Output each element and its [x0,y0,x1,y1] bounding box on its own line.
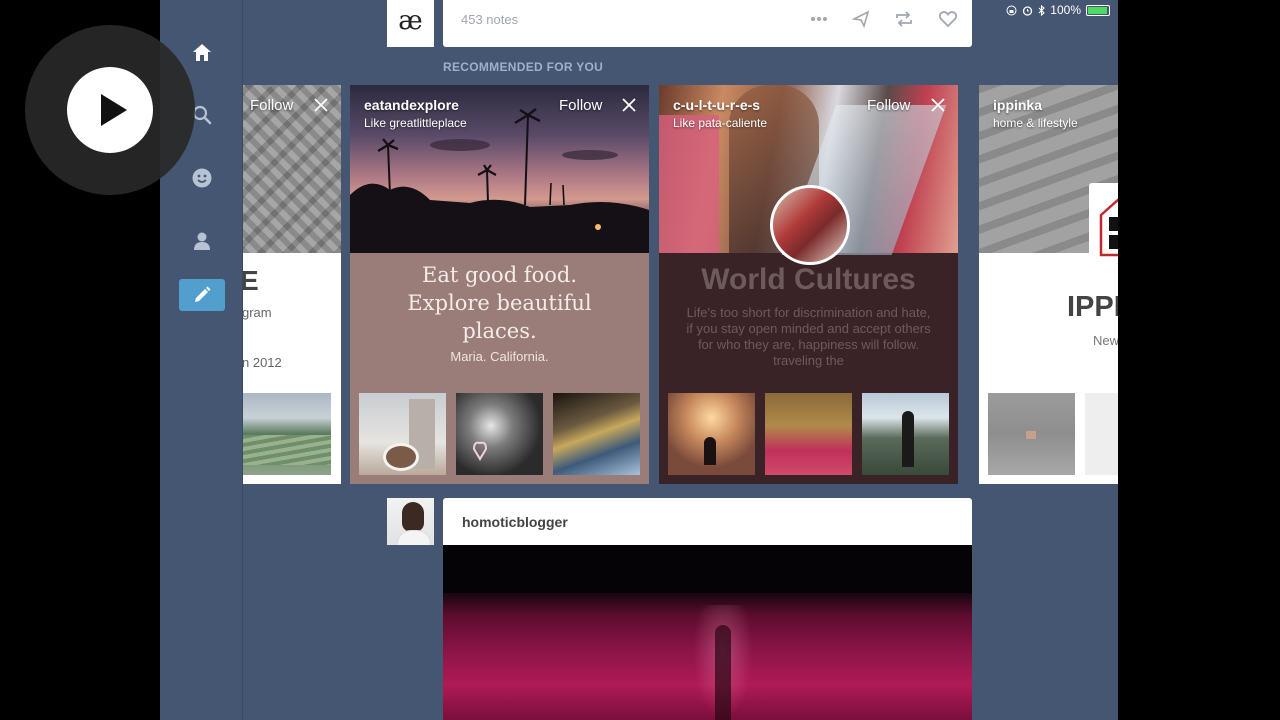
alarm-icon [1023,5,1033,16]
video-player[interactable] [443,545,972,720]
close-icon[interactable] [931,98,945,112]
close-icon[interactable] [622,98,636,112]
thumbnail[interactable] [988,393,1075,475]
post-footer: 453 notes [443,0,972,47]
thumbnail[interactable] [1085,393,1118,475]
nav-account[interactable] [179,225,225,257]
nav-activity[interactable] [179,162,225,194]
recommendation-card[interactable]: eatandexplore Like greatlittleplace Foll… [350,85,649,484]
blog-description: Life's too short for discrimination and … [686,305,931,368]
blog-description: gram [242,305,272,320]
blog-name[interactable]: c-u-l-t-u-r-e-s [673,97,760,113]
blog-name[interactable]: ippinka [993,97,1042,113]
avatar[interactable]: æ [387,0,434,47]
compose-button[interactable] [179,279,225,311]
thumbnail[interactable] [668,393,755,475]
blog-name[interactable]: eatandexplore [364,97,459,113]
house-logo-icon [1099,198,1118,257]
play-button[interactable] [25,25,195,195]
blog-title: Eat good food. Explore beautiful places. [407,263,592,343]
avatar[interactable] [387,498,434,545]
blog-name[interactable]: homoticblogger [462,514,568,530]
thumbnail[interactable] [456,393,543,475]
account-icon [194,232,210,250]
post-header: homoticblogger [443,498,972,545]
blog-avatar[interactable] [1089,183,1118,259]
play-icon [101,94,127,126]
follow-button[interactable]: Follow [867,97,910,114]
section-label: RECOMMENDED FOR YOU [443,60,604,74]
thumbnail[interactable] [553,393,640,475]
share-icon[interactable] [852,10,870,28]
reblog-icon[interactable] [894,10,914,28]
thumbnail[interactable] [359,393,446,475]
follow-button[interactable]: Follow [559,97,602,114]
notes-count[interactable]: 453 notes [461,12,518,27]
blog-title: E [242,265,259,296]
thumbnail[interactable] [242,393,331,475]
blog-title: IPPI [1067,291,1118,323]
tumblr-dashboard: ●●●●● 9:41 AM 100% æ [160,0,1118,720]
avatar-glyph: æ [398,6,423,36]
recommendation-card[interactable]: c-u-l-t-u-r-e-s Like pata-caliente Follo… [659,85,958,484]
blog-description: Maria. California. [450,349,549,364]
nav-home[interactable] [179,36,225,68]
recommendation-card[interactable]: Follow E gram n 2012 [242,85,341,484]
blog-subtitle: Like greatlittleplace [364,116,467,130]
bluetooth-icon [1038,4,1046,16]
recommendation-card[interactable]: ippinka home & lifestyle IPPI New [979,85,1118,484]
home-icon [193,44,211,61]
blog-subtitle: Like pata-caliente [673,116,768,130]
blog-description: New [1093,333,1118,348]
blog-description-2: n 2012 [242,355,282,370]
thumbnail[interactable] [765,393,852,475]
thumbnail[interactable] [862,393,949,475]
battery-icon [1086,4,1110,16]
close-icon[interactable] [314,98,328,112]
compose-icon [195,286,211,302]
follow-button[interactable]: Follow [250,97,293,114]
blog-subtitle: home & lifestyle [993,116,1078,130]
lock-rotation-icon [1006,5,1017,15]
emoji-icon [192,168,212,188]
more-icon[interactable] [810,16,828,22]
blog-title: World Cultures [701,263,916,296]
battery-percent: 100% [1050,3,1081,17]
heart-icon[interactable] [938,10,958,28]
